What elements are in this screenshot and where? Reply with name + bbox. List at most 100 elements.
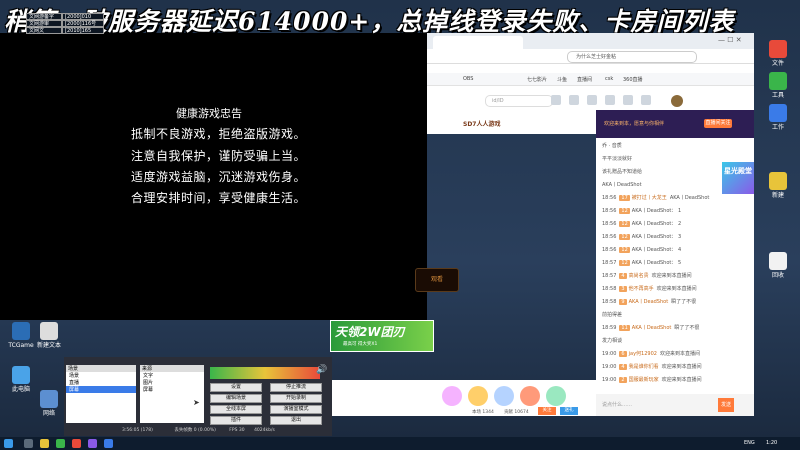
chat-username[interactable]: AKA丨DeadShot: [632, 325, 672, 331]
network-icon: [40, 390, 58, 408]
health-warning-title: 健康游戏忠告: [176, 107, 242, 120]
chat-username[interactable]: 他不再高手: [629, 286, 654, 292]
desktop-icon-r2[interactable]: 工具: [763, 72, 793, 99]
chat-username[interactable]: 高尚名贵: [629, 273, 649, 279]
source-header: 来源: [140, 365, 204, 372]
exit-button[interactable]: 退出: [270, 416, 322, 425]
chat-input[interactable]: 说点什么……: [602, 400, 712, 410]
source-item[interactable]: 图片: [140, 379, 204, 386]
obs-scene-list: 场景 场景 直播 屏幕: [66, 365, 136, 423]
chat-username[interactable]: 被打过丨大龙王: [632, 195, 667, 201]
chat-time: 19:00: [602, 351, 617, 357]
chat-message-row: 18:58 3 他不再高手 欢迎来到本直播间: [602, 285, 697, 292]
avatar[interactable]: [671, 95, 683, 107]
browser-tab[interactable]: [433, 36, 523, 49]
gift-icon[interactable]: [494, 386, 514, 406]
desktop-icon-r3[interactable]: 工作: [763, 104, 793, 131]
studio-mode-button[interactable]: 演播室模式: [270, 405, 322, 414]
desktop-icon-tcgame[interactable]: TCGame: [6, 322, 36, 349]
volume-icon[interactable]: 🔊: [316, 365, 327, 375]
bookmark-item[interactable]: 360直播: [623, 76, 643, 83]
nav-icon[interactable]: [551, 95, 561, 105]
health-line-3: 适度游戏益脑，沉迷游戏伤身。: [131, 170, 307, 184]
chat-username[interactable]: jay何12902: [629, 351, 657, 357]
app-icon[interactable]: [104, 439, 113, 448]
gift-icon[interactable]: [520, 386, 540, 406]
license-row: 文网文 [2010]165: [26, 27, 104, 34]
chat-message-text: 欢迎来到本直播间: [661, 364, 702, 370]
obs-source-list: 来源 文字 图片 屏幕: [140, 365, 204, 423]
user-level-badge: 4: [619, 273, 627, 279]
gift-icon[interactable]: [546, 386, 566, 406]
app-icon[interactable]: [72, 439, 81, 448]
bookmark-item[interactable]: csk: [605, 76, 613, 82]
send-button[interactable]: 发送: [718, 398, 734, 412]
desktop-icon-network[interactable]: 网络: [34, 390, 64, 417]
stream-banner: 稍等，破服务器延迟614000+，总掉线登录失败、卡房间列表 文网游备字 [200…: [0, 0, 800, 36]
desktop-icon-pc[interactable]: 此电脑: [6, 366, 36, 393]
chat-message-text: 平平淡淡就好: [602, 156, 633, 162]
chat-username[interactable]: 国服最新玩家: [629, 377, 659, 383]
follow-room-button[interactable]: 直播间关注: [704, 119, 732, 128]
promo-banner[interactable]: 天领2W团刃 最高可 得大奖X1: [330, 320, 434, 352]
folder-icon[interactable]: [40, 439, 49, 448]
source-item[interactable]: 屏幕: [140, 386, 204, 393]
desktop-icon-file[interactable]: 新建文本: [34, 322, 64, 349]
desktop-icon-r4[interactable]: 新建: [763, 172, 793, 199]
star-hall-badge[interactable]: 星光殿堂: [722, 162, 754, 194]
bookmark-item[interactable]: OBS: [463, 76, 473, 82]
nav-icon[interactable]: [569, 95, 579, 105]
chat-message-row: 18:56 12 AKA丨DeadShot： 1: [602, 207, 681, 214]
start-record-button[interactable]: 开始录制: [270, 394, 322, 403]
chat-time: 18:56: [602, 247, 617, 253]
edit-scene-button[interactable]: 编辑场景: [210, 394, 262, 403]
clock[interactable]: 1:20: [766, 440, 777, 446]
bookmark-item[interactable]: 直播间: [577, 76, 592, 83]
search-icon[interactable]: [24, 439, 33, 448]
stop-stream-button[interactable]: 停止推流: [270, 383, 322, 392]
bookmark-item[interactable]: 斗鱼: [557, 76, 567, 83]
app-icon[interactable]: [88, 439, 97, 448]
promo-text: 天领2W团刃: [335, 325, 405, 339]
scene-item[interactable]: 屏幕: [66, 386, 136, 393]
nav-icon[interactable]: [641, 95, 651, 105]
gift-icon[interactable]: [442, 386, 462, 406]
computer-icon: [12, 366, 30, 384]
watch-button[interactable]: 观看: [415, 268, 459, 292]
chat-input-bar: 说点什么…… 发送: [596, 394, 754, 416]
bookmark-item[interactable]: 七七影片: [527, 76, 547, 83]
obs-window[interactable]: 场景 场景 直播 屏幕 来源 文字 图片 屏幕 设置 停止推流 编辑场景 开始录…: [64, 357, 332, 436]
chat-time: 18:56: [602, 234, 617, 240]
start-icon[interactable]: [4, 439, 13, 448]
source-item[interactable]: 文字: [140, 372, 204, 379]
nav-icon[interactable]: [623, 95, 633, 105]
plugin-button[interactable]: 插件: [210, 416, 262, 425]
scene-item[interactable]: 直播: [66, 379, 136, 386]
chat-time: 19:00: [602, 364, 617, 370]
chat-message-row: 19:00 6 jay何12902 欢迎来到本直播间: [602, 350, 700, 357]
user-level-badge: 4: [619, 364, 627, 370]
chat-username[interactable]: AKA丨DeadShot: [629, 299, 669, 305]
desktop-icon-r1[interactable]: 文件: [763, 40, 793, 67]
address-bar: 为什么芝士好金粘: [427, 49, 754, 64]
desktop-icon-r5[interactable]: 回收: [763, 252, 793, 279]
chat-time: 18:56: [602, 221, 617, 227]
url-input[interactable]: 为什么芝士好金粘: [567, 51, 697, 63]
fullscreen-button[interactable]: 全线本屏: [210, 405, 262, 414]
scene-item[interactable]: 场景: [66, 372, 136, 379]
browser-icon[interactable]: [56, 439, 65, 448]
gift-button[interactable]: 送礼: [560, 407, 578, 415]
chat-username[interactable]: 我是谁你们看: [629, 364, 659, 370]
nav-icon[interactable]: [587, 95, 597, 105]
site-search-input[interactable]: id/ID: [485, 95, 553, 107]
app-icon: [12, 322, 30, 340]
user-level-badge: 2: [619, 377, 627, 383]
language-indicator[interactable]: ENG: [744, 440, 755, 446]
nav-icon[interactable]: [605, 95, 615, 105]
settings-button[interactable]: 设置: [210, 383, 262, 392]
app-icon: [769, 40, 787, 58]
gift-icon[interactable]: [468, 386, 488, 406]
follow-button[interactable]: 关注: [538, 407, 556, 415]
window-controls[interactable]: — ☐ ✕: [718, 36, 748, 45]
app-icon: [769, 252, 787, 270]
